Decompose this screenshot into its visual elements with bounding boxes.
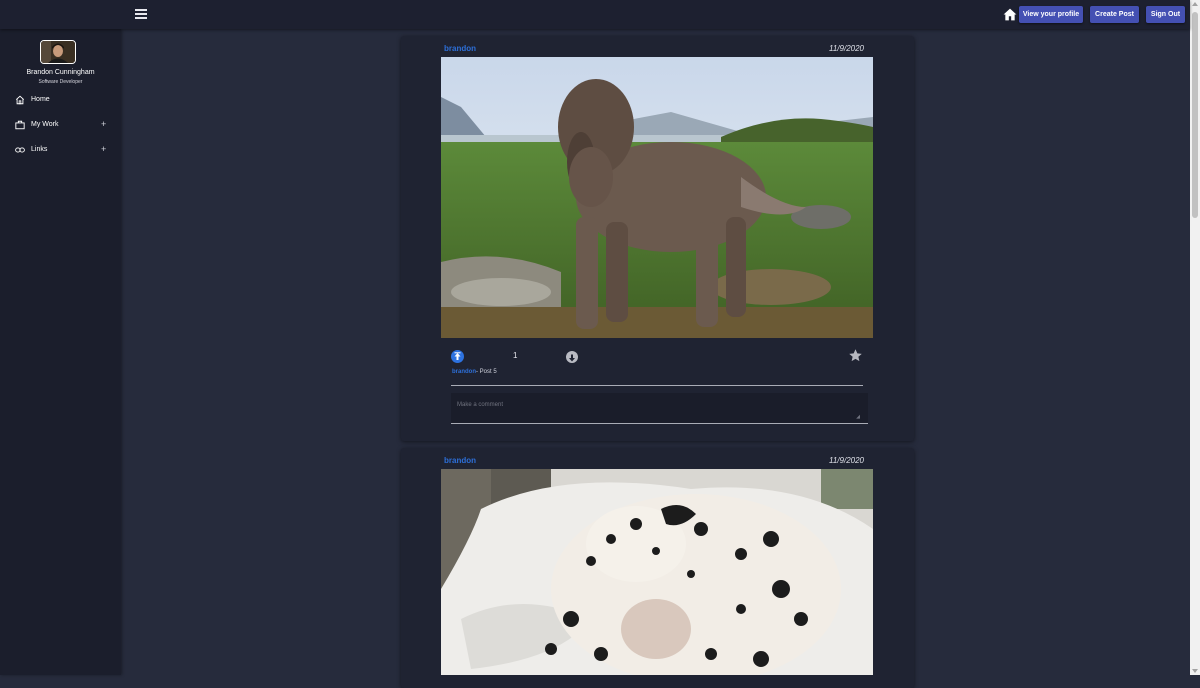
scroll-up-icon[interactable] [1192,2,1198,6]
page-scrollbar[interactable] [1190,0,1200,675]
sidebar: Brandon Cunningham Software Developer Ho… [0,29,121,675]
sidebar-item-label: Links [31,146,48,153]
sidebar-item-my-work[interactable]: My Work + [0,116,121,134]
scroll-down-icon[interactable] [1192,669,1198,673]
resize-handle-icon[interactable]: ◢ [856,414,860,420]
sidebar-item-label: Home [31,96,50,103]
star-icon[interactable] [848,348,863,363]
scrollbar-thumb[interactable] [1192,12,1198,218]
user-role: Software Developer [38,79,83,85]
post-date: 11/9/2020 [829,44,864,53]
arrow-up-icon [454,352,461,360]
upvote-button[interactable] [451,350,464,363]
sidebar-item-links[interactable]: Links + [0,141,121,159]
expand-icon[interactable]: + [101,144,106,154]
home-icon[interactable] [1003,8,1017,21]
caption-text: - Post 5 [476,369,497,375]
link-icon [15,147,25,153]
post-image[interactable] [441,57,873,338]
post-card: brandon 11/9/2020 [401,36,914,441]
sidebar-item-label: My Work [31,121,59,128]
vote-count: 1 [513,351,518,360]
comment-placeholder: Make a comment [457,402,504,408]
post-image[interactable] [441,469,873,675]
expand-icon[interactable]: + [101,119,106,129]
avatar[interactable] [40,40,76,64]
post-author-link[interactable]: brandon [444,44,476,53]
sidebar-item-home[interactable]: Home [0,91,121,109]
create-post-button[interactable]: Create Post [1090,6,1139,23]
post-card: brandon 11/9/2020 [401,448,914,688]
top-app-bar: View your profile Create Post Sign Out [0,0,1190,29]
arrow-down-icon [569,354,575,362]
sign-out-button[interactable]: Sign Out [1146,6,1185,23]
caption-author-link[interactable]: brandon [452,369,476,375]
hamburger-menu-icon[interactable] [135,9,147,19]
post-caption: brandon- Post 5 [452,369,497,375]
briefcase-icon [15,120,25,130]
post-date: 11/9/2020 [829,456,864,465]
home-icon [15,95,25,105]
user-name: Brandon Cunningham [26,69,95,76]
post-author-link[interactable]: brandon [444,456,476,465]
downvote-button[interactable] [566,351,578,363]
comment-input[interactable]: Make a comment ◢ [451,393,868,424]
divider [451,385,863,386]
view-profile-button[interactable]: View your profile [1019,6,1083,23]
